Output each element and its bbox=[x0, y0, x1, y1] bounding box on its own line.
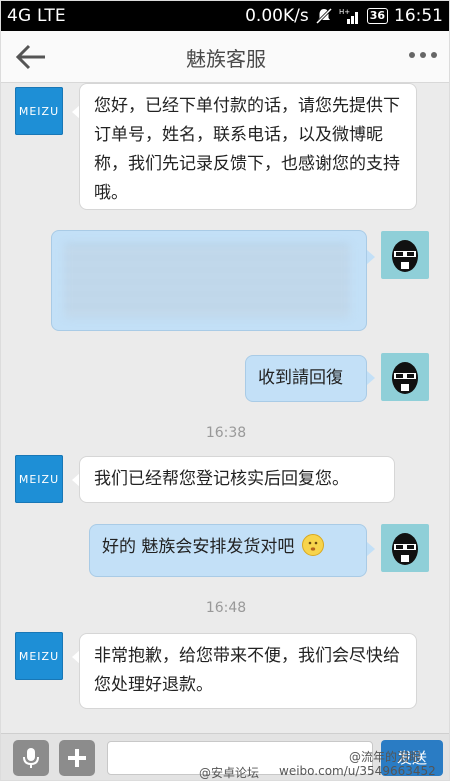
blurred-content bbox=[64, 243, 350, 318]
app-frame: 4G LTE 0.00K/s H+ 36 16:51 魅族客服 MEIZU 您好… bbox=[0, 0, 450, 781]
battery-indicator: 36 bbox=[366, 8, 388, 24]
shy-face-emoji-icon bbox=[301, 534, 324, 556]
input-bar: 发送 @安卓论坛 weibo.com/u/3549663452 @流年的泪眼 bbox=[1, 733, 449, 780]
page-title: 魅族客服 bbox=[186, 47, 266, 71]
signal-icon: H+ bbox=[339, 8, 358, 24]
clock: 16:51 bbox=[394, 6, 443, 26]
status-right: 0.00K/s H+ 36 16:51 bbox=[245, 6, 443, 26]
message-text: 您好，已经下单付款的话，请您先提供下订单号，姓名，联系电话，以及微博昵称，我们先… bbox=[94, 96, 400, 203]
add-attachment-button[interactable] bbox=[59, 740, 95, 776]
message-bubble-received[interactable]: 您好，已经下单付款的话，请您先提供下订单号，姓名，联系电话，以及微博昵称，我们先… bbox=[79, 83, 417, 210]
message-timestamp: 16:38 bbox=[205, 425, 247, 441]
microphone-icon bbox=[23, 748, 39, 768]
message-timestamp: 16:48 bbox=[205, 600, 247, 616]
signal-label: H+ bbox=[339, 8, 350, 16]
message-bubble-sent[interactable]: 好的 魅族会安排发货对吧 bbox=[89, 524, 367, 577]
meizu-logo-text: MEIZU bbox=[18, 649, 60, 663]
voice-button[interactable] bbox=[13, 740, 49, 776]
meizu-logo-text: MEIZU bbox=[18, 104, 60, 118]
status-bar: 4G LTE 0.00K/s H+ 36 16:51 bbox=[1, 1, 449, 31]
watermark-right: @流年的泪眼 bbox=[349, 750, 422, 764]
more-options-icon[interactable] bbox=[409, 52, 437, 58]
meizu-avatar[interactable]: MEIZU bbox=[15, 632, 63, 680]
watermark-url: weibo.com/u/3549663452 bbox=[279, 764, 436, 778]
mute-icon bbox=[315, 7, 332, 25]
watermark-left: @安卓论坛 bbox=[199, 766, 260, 780]
message-text: 收到請回復 bbox=[258, 368, 343, 388]
user-avatar[interactable] bbox=[381, 353, 429, 401]
chat-area[interactable]: MEIZU 您好，已经下单付款的话，请您先提供下订单号，姓名，联系电话，以及微博… bbox=[1, 83, 449, 733]
message-bubble-received[interactable]: 非常抱歉，给您带来不便，我们会尽快给您处理好退款。 bbox=[79, 633, 417, 709]
message-bubble-sent[interactable]: 收到請回復 bbox=[245, 355, 367, 402]
network-type: 4G LTE bbox=[7, 6, 66, 26]
meizu-logo-text: MEIZU bbox=[18, 472, 60, 486]
user-avatar-icon bbox=[392, 362, 418, 394]
user-avatar[interactable] bbox=[381, 231, 429, 279]
message-bubble-received[interactable]: 我们已经帮您登记核实后回复您。 bbox=[79, 456, 395, 503]
user-avatar-icon bbox=[392, 240, 418, 272]
message-text: 好的 魅族会安排发货对吧 bbox=[102, 537, 295, 557]
meizu-avatar[interactable]: MEIZU bbox=[15, 87, 63, 135]
message-text: 非常抱歉，给您带来不便，我们会尽快给您处理好退款。 bbox=[94, 646, 400, 695]
user-avatar-icon bbox=[392, 533, 418, 565]
network-speed: 0.00K/s bbox=[245, 6, 309, 26]
message-text: 我们已经帮您登记核实后回复您。 bbox=[94, 469, 349, 489]
plus-icon bbox=[68, 749, 86, 767]
message-bubble-sent-blurred[interactable] bbox=[51, 230, 367, 331]
meizu-avatar[interactable]: MEIZU bbox=[15, 455, 63, 503]
user-avatar[interactable] bbox=[381, 524, 429, 572]
app-header: 魅族客服 bbox=[1, 31, 449, 83]
